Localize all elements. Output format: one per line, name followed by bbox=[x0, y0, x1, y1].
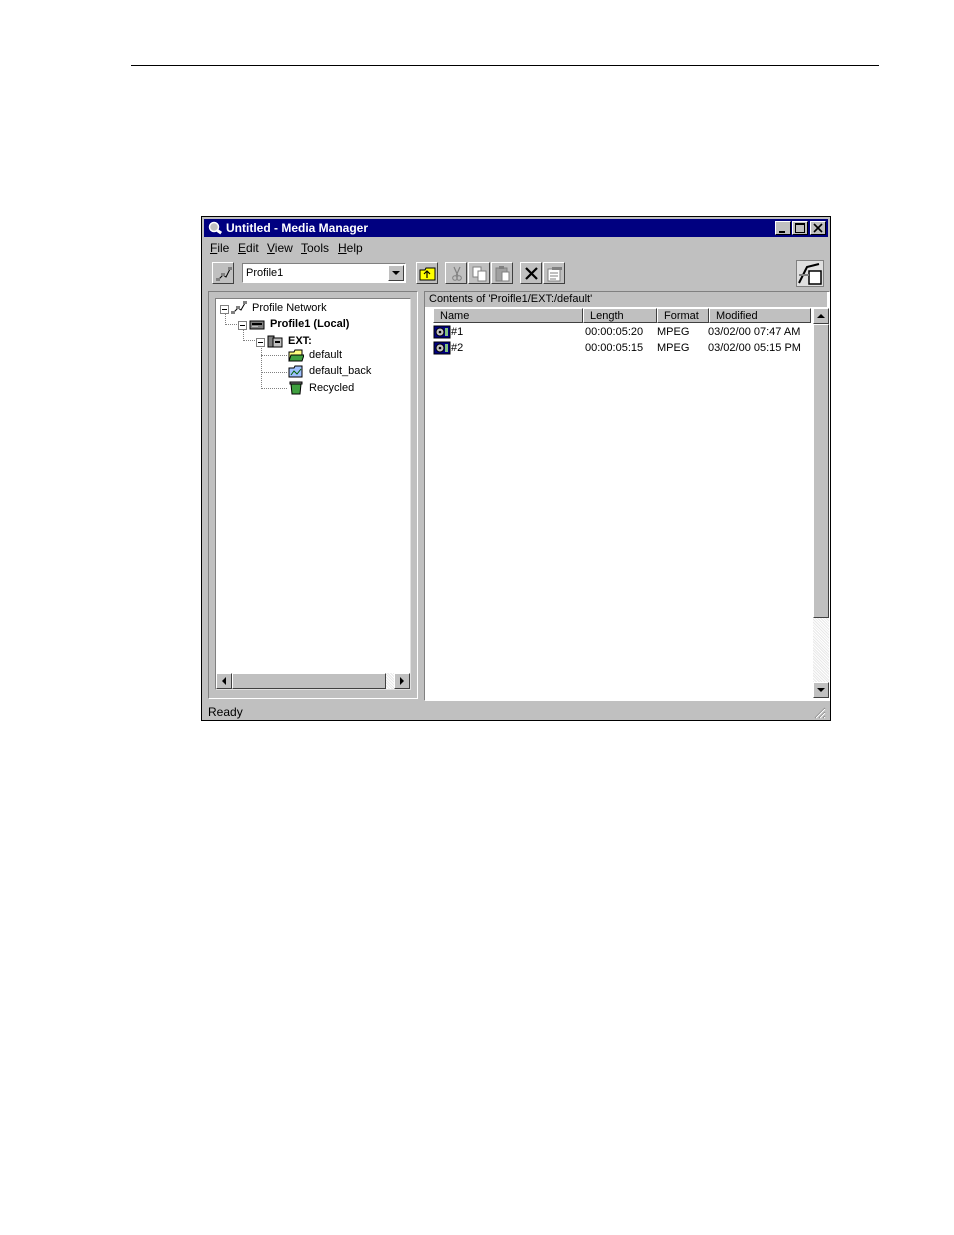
scroll-right-button[interactable] bbox=[394, 673, 410, 689]
minimize-icon bbox=[779, 231, 785, 233]
menu-view[interactable]: View bbox=[267, 241, 293, 255]
delete-x-icon bbox=[525, 267, 538, 280]
cut-button[interactable] bbox=[445, 262, 467, 284]
toolbar: Profile1 bbox=[204, 259, 828, 287]
menu-file[interactable]: File bbox=[210, 241, 229, 255]
title-bar[interactable]: Untitled - Media Manager bbox=[204, 219, 828, 237]
column-header-modified[interactable]: Modified bbox=[709, 308, 811, 323]
window-title: Untitled - Media Manager bbox=[226, 221, 369, 235]
contents-vertical-scrollbar[interactable] bbox=[813, 308, 829, 698]
status-bar: Ready bbox=[204, 703, 828, 720]
scroll-up-button[interactable] bbox=[813, 308, 829, 324]
page-header-rule bbox=[131, 65, 879, 66]
clip-modified: 03/02/00 05:15 PM bbox=[708, 342, 801, 354]
clip-icon bbox=[433, 325, 451, 339]
up-one-level-button[interactable] bbox=[416, 262, 438, 284]
folder-tree[interactable]: Profile Network Profile1 (Local) EXT: de… bbox=[215, 298, 411, 690]
tree-node-bin-default[interactable]: default bbox=[309, 349, 342, 362]
tree-collapse-root[interactable] bbox=[220, 305, 229, 314]
column-header-length[interactable]: Length bbox=[583, 308, 657, 323]
clip-icon bbox=[433, 341, 451, 355]
contents-caption: Contents of 'Proifle1/EXT:/default' bbox=[425, 292, 827, 307]
clip-length: 00:00:05:20 bbox=[585, 326, 644, 338]
server-icon bbox=[249, 320, 265, 330]
media-manager-app-icon bbox=[208, 221, 223, 235]
profile-logo bbox=[796, 260, 824, 287]
resize-grip-icon[interactable] bbox=[814, 707, 826, 719]
arrow-left-icon bbox=[222, 677, 226, 685]
profile-logo-icon bbox=[797, 261, 823, 286]
clip-name: #1 bbox=[451, 326, 464, 338]
copy-button[interactable] bbox=[468, 262, 490, 284]
clip-format: MPEG bbox=[657, 342, 690, 354]
tree-node-recycled[interactable]: Recycled bbox=[309, 382, 354, 395]
chevron-down-icon bbox=[392, 271, 400, 275]
tree-horizontal-scrollbar[interactable] bbox=[216, 673, 410, 689]
copy-icon bbox=[472, 266, 487, 282]
machine-select-dropdown[interactable] bbox=[388, 265, 404, 281]
column-header-format[interactable]: Format bbox=[657, 308, 709, 323]
bin-folder-open-icon bbox=[288, 349, 304, 362]
arrow-down-icon bbox=[817, 688, 825, 692]
menu-help[interactable]: Help bbox=[338, 241, 363, 255]
tree-node-bin-default-back[interactable]: default_back bbox=[309, 365, 371, 378]
column-header-name[interactable]: Name bbox=[433, 308, 583, 323]
close-icon bbox=[813, 223, 823, 233]
tree-node-ext-volume[interactable]: EXT: bbox=[288, 335, 312, 348]
clip-name: #2 bbox=[451, 342, 464, 354]
clip-row[interactable]: #2 00:00:05:15 MPEG 03/02/00 05:15 PM bbox=[433, 340, 813, 356]
scroll-down-button[interactable] bbox=[813, 682, 829, 698]
scissors-icon bbox=[452, 266, 462, 281]
maximize-icon bbox=[795, 223, 805, 233]
paste-button[interactable] bbox=[491, 262, 513, 284]
tree-collapse-volume[interactable] bbox=[256, 338, 265, 347]
menu-edit[interactable]: Edit bbox=[238, 241, 259, 255]
network-icon bbox=[216, 267, 232, 281]
machine-select-value: Profile1 bbox=[246, 267, 284, 279]
clip-format: MPEG bbox=[657, 326, 690, 338]
delete-button[interactable] bbox=[520, 262, 542, 284]
clip-modified: 03/02/00 07:47 AM bbox=[708, 326, 801, 338]
arrow-up-icon bbox=[817, 314, 825, 318]
tree-pane: Profile Network Profile1 (Local) EXT: de… bbox=[208, 291, 418, 699]
clip-length: 00:00:05:15 bbox=[585, 342, 644, 354]
bin-folder-icon bbox=[288, 365, 303, 378]
arrow-right-icon bbox=[400, 677, 404, 685]
status-text: Ready bbox=[208, 705, 243, 719]
clip-row[interactable]: #1 00:00:05:20 MPEG 03/02/00 07:47 AM bbox=[433, 324, 813, 340]
recycle-bin-icon bbox=[289, 381, 303, 395]
properties-button[interactable] bbox=[543, 262, 565, 284]
tree-node-profile1-local[interactable]: Profile1 (Local) bbox=[270, 318, 349, 331]
menu-bar: File Edit View Tools Help bbox=[204, 239, 828, 257]
machine-select[interactable]: Profile1 bbox=[242, 263, 406, 283]
network-button[interactable] bbox=[212, 262, 234, 284]
minimize-button[interactable] bbox=[775, 221, 791, 235]
close-button[interactable] bbox=[810, 221, 826, 235]
clipboard-icon bbox=[495, 266, 510, 282]
contents-caption-text: Contents of 'Proifle1/EXT:/default' bbox=[429, 293, 593, 305]
scroll-thumb[interactable] bbox=[232, 673, 386, 689]
scroll-left-button[interactable] bbox=[216, 673, 232, 689]
network-icon bbox=[231, 301, 247, 314]
menu-tools[interactable]: Tools bbox=[301, 241, 329, 255]
properties-icon bbox=[547, 267, 562, 282]
contents-pane: Contents of 'Proifle1/EXT:/default' Name… bbox=[424, 291, 830, 701]
disk-volume-icon bbox=[267, 335, 283, 348]
folder-up-icon bbox=[419, 267, 436, 281]
tree-node-profile-network[interactable]: Profile Network bbox=[252, 302, 327, 315]
maximize-button[interactable] bbox=[792, 221, 808, 235]
tree-collapse-machine[interactable] bbox=[238, 321, 247, 330]
media-manager-window: Untitled - Media Manager File Edit View … bbox=[201, 216, 831, 721]
scroll-thumb[interactable] bbox=[813, 324, 829, 618]
